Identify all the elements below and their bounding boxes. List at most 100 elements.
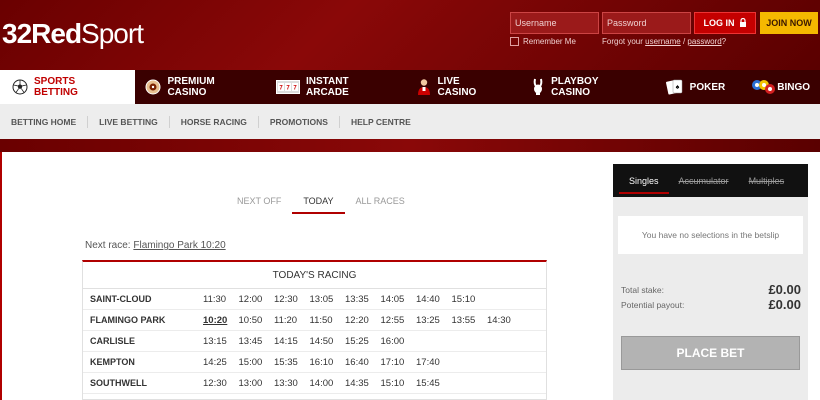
table-row: SOUTHWELL 12:30 13:00 13:30 14:00 14:35 … bbox=[83, 373, 546, 394]
forgot-password-link[interactable]: password bbox=[687, 37, 721, 46]
race-time[interactable]: 13:45 bbox=[239, 336, 275, 347]
nav-sports-betting[interactable]: SPORTS BETTING bbox=[0, 70, 136, 104]
table-row: SAINT-CLOUD 11:30 12:00 12:30 13:05 13:3… bbox=[83, 289, 546, 310]
forgot-suffix: ? bbox=[721, 37, 727, 46]
race-time[interactable]: 15:35 bbox=[274, 357, 310, 368]
race-time[interactable]: 16:40 bbox=[345, 357, 381, 368]
dealer-icon bbox=[417, 78, 431, 96]
tab-next-off[interactable]: NEXT OFF bbox=[226, 192, 292, 214]
race-time[interactable]: 14:35 bbox=[345, 378, 381, 389]
race-time[interactable]: 13:05 bbox=[310, 294, 346, 305]
join-now-label: JOIN NOW bbox=[766, 18, 812, 28]
table-row: FLAMINGO PARK 10:20 10:50 11:20 11:50 12… bbox=[83, 310, 546, 331]
track-name[interactable]: SAINT-CLOUD bbox=[83, 294, 203, 304]
nav-premium-casino[interactable]: PREMIUM CASINO bbox=[135, 70, 266, 104]
betslip-tab-accumulator[interactable]: Accumulator bbox=[669, 176, 739, 186]
nav-poker[interactable]: ♠ POKER bbox=[650, 70, 736, 104]
forgot-prefix: Forgot your bbox=[602, 37, 643, 46]
roulette-icon bbox=[145, 79, 161, 95]
lock-icon bbox=[739, 17, 747, 29]
potential-payout-label: Potential payout: bbox=[621, 299, 685, 310]
next-race-link[interactable]: Flamingo Park 10:20 bbox=[133, 240, 225, 251]
place-bet-button[interactable]: PLACE BET bbox=[621, 336, 800, 370]
potential-payout-value: £0.00 bbox=[768, 297, 801, 312]
race-time[interactable]: 11:20 bbox=[274, 315, 310, 326]
race-time[interactable]: 15:00 bbox=[239, 357, 275, 368]
next-race-prefix: Next race: bbox=[85, 240, 131, 251]
subnav-horse-racing[interactable]: HORSE RACING bbox=[170, 115, 259, 128]
race-time[interactable]: 14:30 bbox=[487, 315, 523, 326]
cards-icon: ♠ bbox=[665, 78, 684, 96]
nav-live-casino[interactable]: LIVE CASINO bbox=[403, 70, 511, 104]
join-now-button[interactable]: JOIN NOW bbox=[760, 12, 818, 34]
race-time[interactable]: 14:15 bbox=[274, 336, 310, 347]
table-row: KEMPTON 14:25 15:00 15:35 16:10 16:40 17… bbox=[83, 352, 546, 373]
forgot-separator: / bbox=[682, 37, 686, 46]
race-time[interactable]: 15:10 bbox=[381, 378, 417, 389]
race-time[interactable]: 13:30 bbox=[274, 378, 310, 389]
race-time[interactable]: 15:10 bbox=[452, 294, 488, 305]
login-button[interactable]: LOG IN bbox=[694, 12, 756, 34]
race-time[interactable]: 13:15 bbox=[203, 336, 239, 347]
race-time[interactable]: 15:25 bbox=[345, 336, 381, 347]
race-time[interactable]: 11:50 bbox=[310, 315, 346, 326]
race-time[interactable]: 14:05 bbox=[381, 294, 417, 305]
subnav-promotions[interactable]: PROMOTIONS bbox=[259, 115, 340, 128]
tab-today[interactable]: TODAY bbox=[292, 192, 345, 214]
svg-text:♠: ♠ bbox=[675, 84, 679, 91]
nav-bingo[interactable]: BINGO bbox=[735, 70, 820, 104]
race-time[interactable]: 17:10 bbox=[381, 357, 417, 368]
total-stake-value: £0.00 bbox=[768, 282, 801, 297]
race-time[interactable]: 13:25 bbox=[416, 315, 452, 326]
race-time[interactable]: 14:50 bbox=[310, 336, 346, 347]
left-border bbox=[0, 152, 2, 400]
race-time[interactable]: 16:10 bbox=[310, 357, 346, 368]
table-row: CARLISLE 13:15 13:45 14:15 14:50 15:25 1… bbox=[83, 331, 546, 352]
race-time[interactable]: 13:35 bbox=[345, 294, 381, 305]
race-time[interactable]: 12:30 bbox=[274, 294, 310, 305]
track-name[interactable]: CARLISLE bbox=[83, 336, 203, 346]
total-stake-row: Total stake: £0.00 bbox=[621, 282, 801, 297]
race-time[interactable]: 14:40 bbox=[416, 294, 452, 305]
race-time[interactable]: 11:30 bbox=[203, 294, 239, 305]
race-time[interactable]: 12:30 bbox=[203, 378, 239, 389]
betslip: Singles Accumulator Multiples You have n… bbox=[613, 164, 808, 400]
race-time[interactable]: 16:00 bbox=[381, 336, 417, 347]
track-name[interactable]: KEMPTON bbox=[83, 357, 203, 367]
betslip-tab-singles[interactable]: Singles bbox=[619, 168, 669, 194]
race-time[interactable]: 10:50 bbox=[239, 315, 275, 326]
username-input[interactable] bbox=[510, 12, 599, 34]
race-time[interactable]: 12:00 bbox=[239, 294, 275, 305]
remember-me-checkbox[interactable] bbox=[510, 37, 519, 46]
nav-playboy-casino-label: PLAYBOY CASINO bbox=[551, 76, 599, 98]
track-name[interactable]: SOUTHWELL bbox=[83, 378, 203, 388]
logo-light-text: Sport bbox=[81, 18, 144, 49]
nav-playboy-casino[interactable]: PLAYBOY CASINO bbox=[511, 70, 650, 104]
race-time[interactable]: 14:25 bbox=[203, 357, 239, 368]
nav-live-casino-label: LIVE CASINO bbox=[437, 76, 477, 98]
race-time[interactable]: 17:40 bbox=[416, 357, 452, 368]
nav-premium-casino-label: PREMIUM CASINO bbox=[167, 76, 215, 98]
race-time[interactable]: 15:45 bbox=[416, 378, 452, 389]
race-time[interactable]: 13:00 bbox=[239, 378, 275, 389]
race-time[interactable]: 12:55 bbox=[381, 315, 417, 326]
password-input[interactable] bbox=[602, 12, 691, 34]
betslip-tabs: Singles Accumulator Multiples bbox=[613, 164, 808, 197]
track-name[interactable]: FLAMINGO PARK bbox=[83, 315, 203, 325]
race-time[interactable]: 12:20 bbox=[345, 315, 381, 326]
racing-tabs: NEXT OFF TODAY ALL RACES bbox=[226, 192, 416, 214]
site-logo[interactable]: 32RedSport bbox=[2, 18, 144, 50]
subnav-live-betting[interactable]: LIVE BETTING bbox=[88, 115, 170, 128]
subnav-betting-home[interactable]: BETTING HOME bbox=[0, 115, 89, 128]
betslip-tab-multiples[interactable]: Multiples bbox=[739, 176, 795, 186]
race-time-next[interactable]: 10:20 bbox=[203, 315, 239, 326]
login-button-label: LOG IN bbox=[703, 18, 735, 28]
forgot-username-link[interactable]: username bbox=[645, 37, 681, 46]
total-stake-label: Total stake: bbox=[621, 284, 664, 295]
subnav-help-centre[interactable]: HELP CENTRE bbox=[340, 116, 422, 128]
nav-instant-arcade[interactable]: 777 INSTANT ARCADE bbox=[266, 70, 403, 104]
race-time[interactable]: 14:00 bbox=[310, 378, 346, 389]
race-time[interactable]: 13:55 bbox=[452, 315, 488, 326]
tab-all-races[interactable]: ALL RACES bbox=[345, 192, 416, 214]
remember-me[interactable]: Remember Me bbox=[510, 37, 576, 46]
